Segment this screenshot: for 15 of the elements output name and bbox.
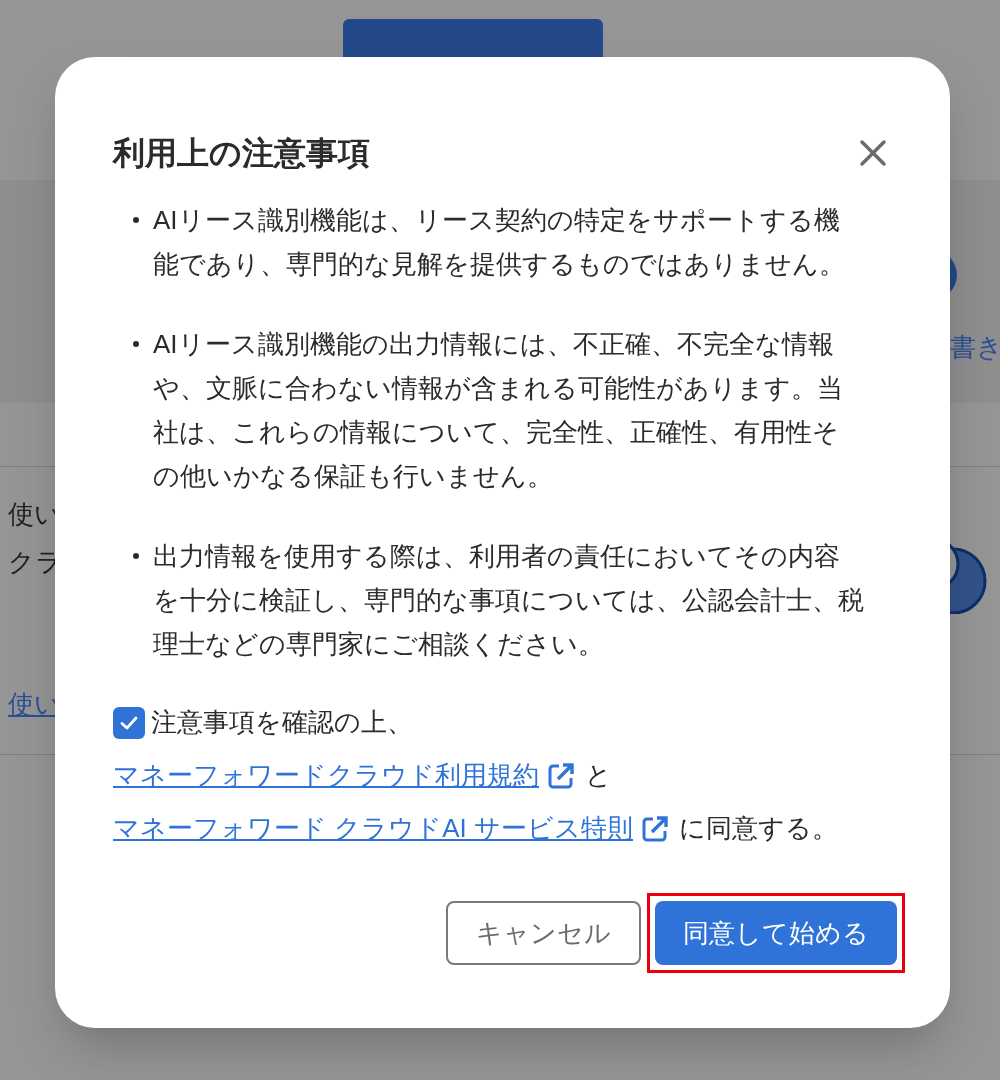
cancel-button[interactable]: キャンセル	[446, 901, 641, 965]
bullet-text: 出力情報を使用する際は、利用者の責任においてその内容を十分に検証し、専門的な事項については、公認会計士、税理士などの専門家にご相談ください。	[153, 540, 865, 661]
bullet-text: AIリース識別機能は、リース契約の特定をサポートする機能であり、専門的な見解を提供するものではありません。	[153, 204, 846, 281]
dialog-title: 利用上の注意事項	[113, 134, 370, 173]
link[interactable]: 書き	[950, 328, 1000, 367]
close-icon[interactable]	[857, 137, 889, 169]
checkbox[interactable]	[113, 706, 145, 739]
consent-text: 注意事項を確認の上、	[151, 706, 413, 739]
agree-button[interactable]: 同意して始める	[655, 901, 897, 965]
text: クラ	[8, 546, 62, 579]
terms-link[interactable]: マネーフォワード クラウドAI サービス特則	[113, 802, 633, 855]
bullet-text: AIリース識別機能の出力情報には、不正確、不完全な情報や、文脈に合わない情報が含まれる可能性があります。当社は、これらの情報について、完全性、正確性、有用性その他いかなる保証も行いません。	[153, 328, 844, 493]
consent-text: と	[585, 759, 612, 792]
consent-text: に同意する。	[679, 812, 838, 845]
terms-link[interactable]: マネーフォワードクラウド利用規約	[113, 749, 539, 802]
